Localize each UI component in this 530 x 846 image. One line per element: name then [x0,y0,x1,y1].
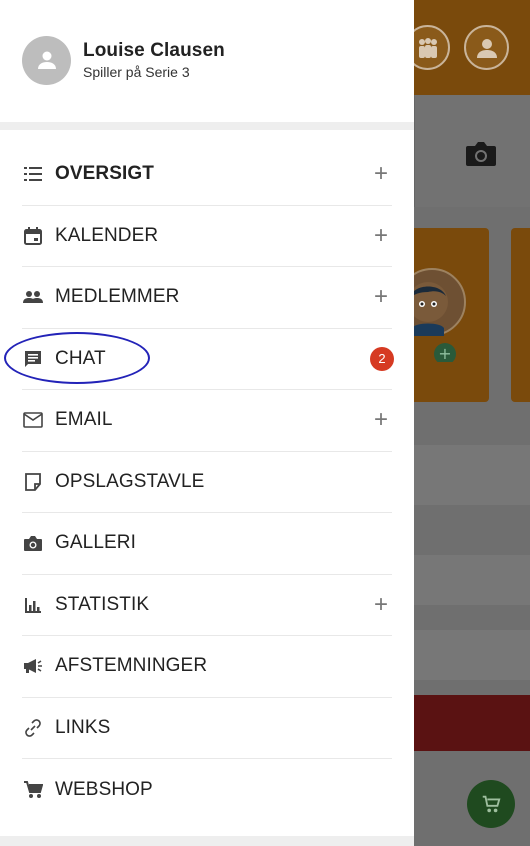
unread-badge: 2 [370,346,394,371]
menu-item-oversigt[interactable]: OVERSIGT + [22,144,392,206]
person-icon [37,51,56,69]
expand-plus-icon[interactable]: + [374,223,388,248]
megaphone-icon [22,655,44,677]
link-icon [22,717,44,739]
list-icon [22,163,44,185]
cart-fab-icon [467,780,515,828]
menu-item-opslagstavle[interactable]: OPSLAGSTAVLE [22,452,392,513]
menu-label: CHAT [55,347,106,369]
navigation-drawer: Louise Clausen Spiller på Serie 3 OVERSI… [0,0,414,846]
menu-label: LINKS [55,716,111,738]
expand-plus-icon[interactable]: + [374,285,388,309]
people-icon [22,286,44,308]
menu-list: OVERSIGT + KALENDER + MEDLEMMER + CHAT 2 [22,144,394,821]
menu-item-chat[interactable]: CHAT 2 [22,329,394,390]
avatar [22,35,71,85]
note-icon [22,471,44,493]
menu-label: EMAIL [55,409,113,431]
menu-label: OPSLAGSTAVLE [55,470,205,492]
menu-item-kalender[interactable]: KALENDER + [22,206,392,267]
profile-role: Spiller på Serie 3 [83,64,190,80]
divider [0,836,414,846]
chat-icon [22,348,44,370]
background-red-bar [414,695,530,751]
menu-item-webshop[interactable]: WEBSHOP [22,759,392,821]
menu-label: STATISTIK [55,593,150,615]
calendar-icon [22,225,44,247]
menu-label: AFSTEMNINGER [55,655,208,677]
menu-label: MEDLEMMER [55,286,180,308]
menu-label: WEBSHOP [55,778,153,800]
expand-plus-icon[interactable]: + [374,592,388,617]
menu-item-email[interactable]: EMAIL + [22,390,392,452]
background-player-card-2 [511,228,530,402]
menu-item-statistik[interactable]: STATISTIK + [22,575,392,636]
cart-icon [22,779,44,801]
background-band [414,555,530,605]
profile-name: Louise Clausen [83,40,225,61]
menu-label: GALLERI [55,532,136,554]
svg-text:+: + [438,344,451,362]
bar-chart-icon [22,594,44,616]
account-icon [464,25,509,70]
menu-label: OVERSIGT [55,163,154,185]
menu-label: KALENDER [55,224,159,246]
background-band [414,630,530,680]
menu-item-afstemninger[interactable]: AFSTEMNINGER [22,636,392,698]
profile-header[interactable]: Louise Clausen Spiller på Serie 3 [0,0,414,122]
menu-item-galleri[interactable]: GALLERI [22,513,392,575]
expand-plus-icon[interactable]: + [374,162,388,186]
camera-icon [22,532,44,554]
background-camera-icon [464,140,498,173]
divider [0,122,414,130]
menu-item-medlemmer[interactable]: MEDLEMMER + [22,267,392,329]
mail-icon [22,409,44,431]
expand-plus-icon[interactable]: + [374,408,388,432]
menu-item-links[interactable]: LINKS [22,698,392,759]
background-band [414,445,530,505]
